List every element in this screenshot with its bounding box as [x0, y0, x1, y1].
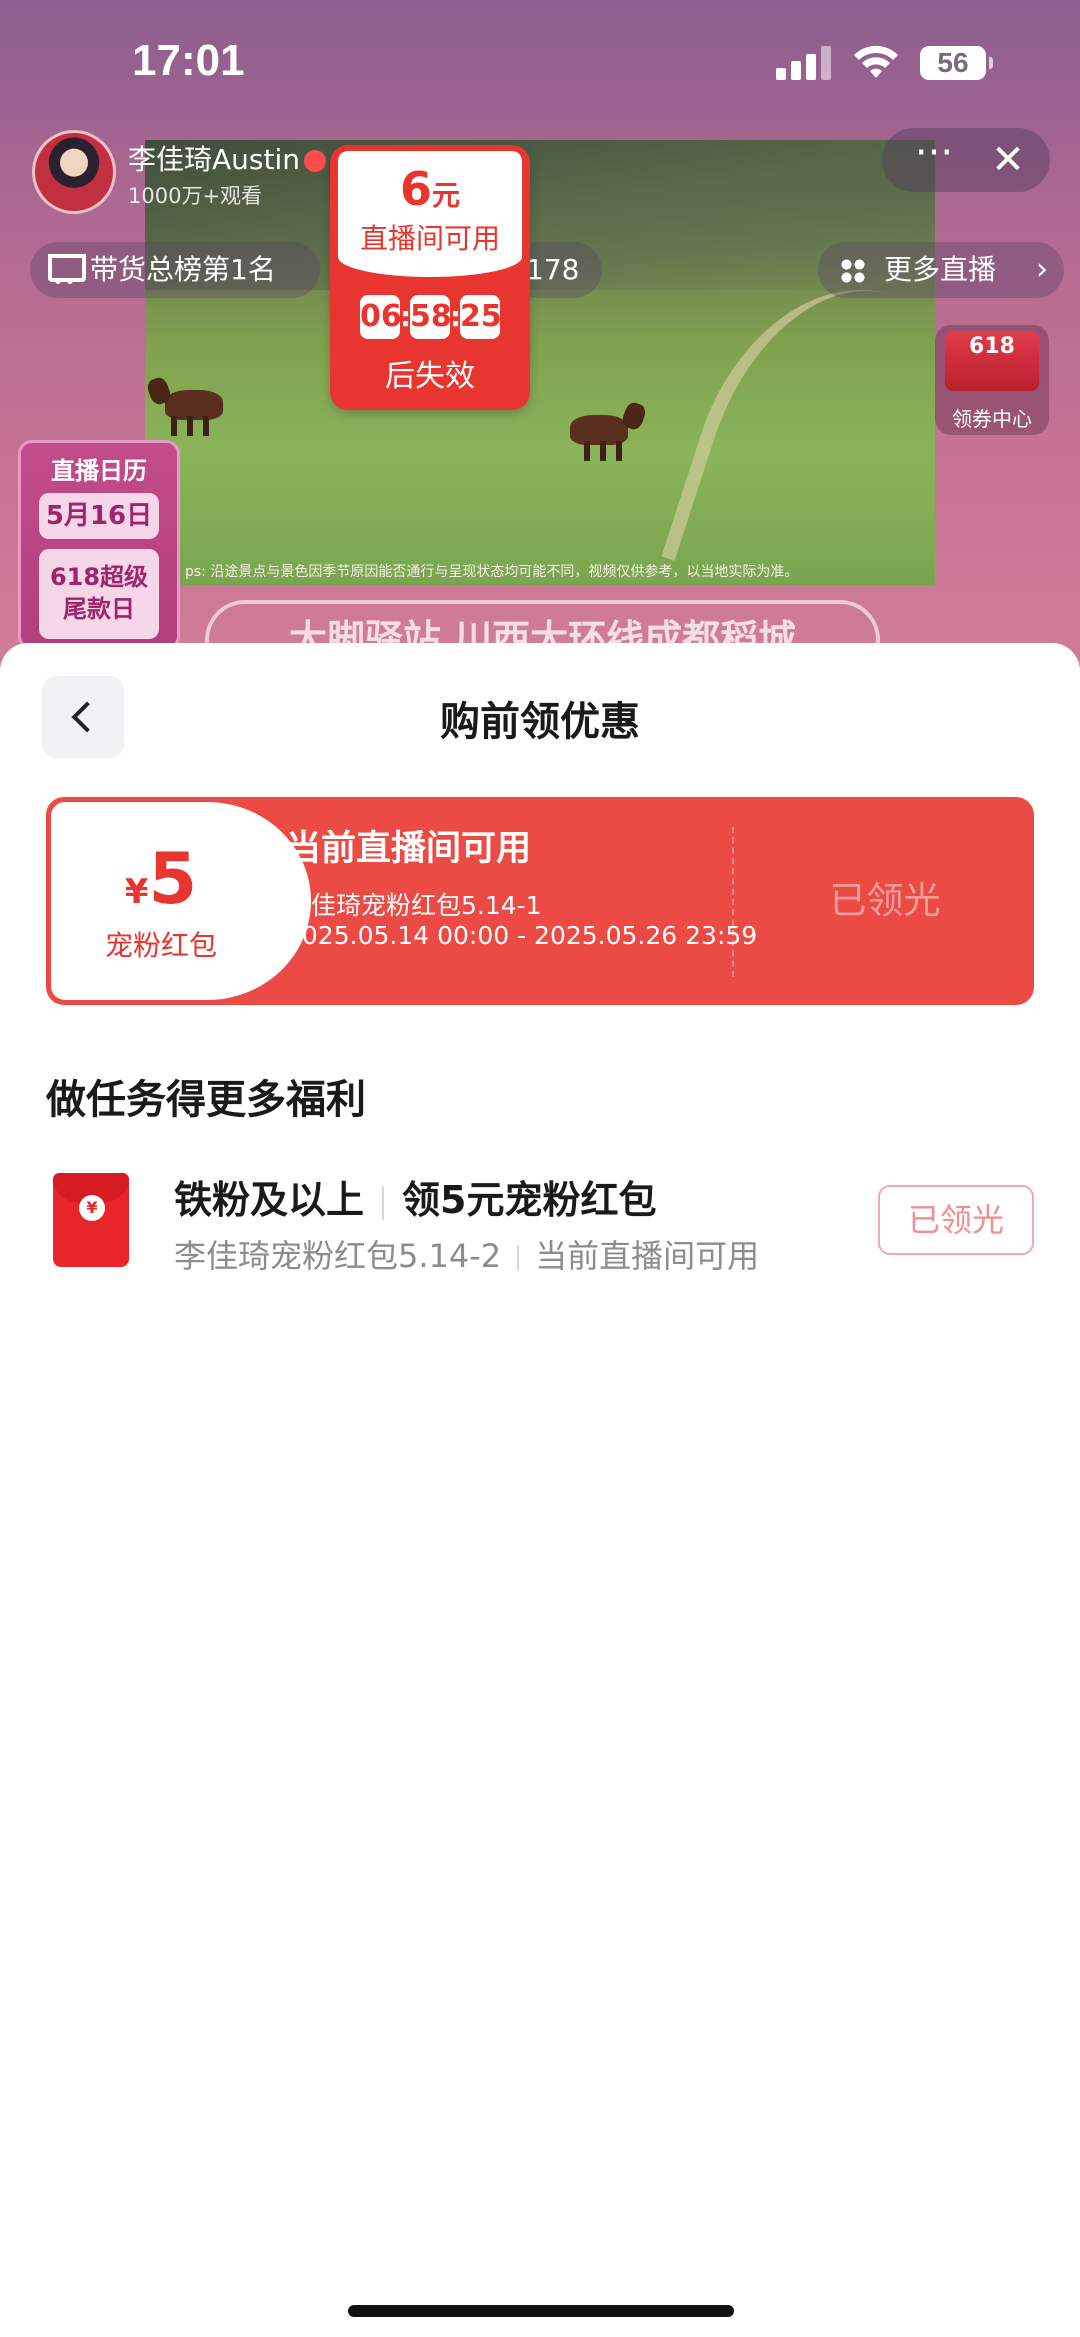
count-label: 178	[526, 253, 580, 286]
task-name: 李佳琦宠粉红包5.14-2	[174, 1237, 502, 1275]
coupon-type-label: 宠粉红包	[104, 929, 217, 962]
task-reward: 领5元宠粉红包	[402, 1178, 657, 1222]
battery-indicator: 56	[920, 46, 993, 80]
wifi-icon	[854, 45, 898, 78]
coupon-bottom-sheet: 购前领优惠 ¥5 宠粉红包 当前直播间可用 李佳琦宠粉红包5.14-1 2025…	[0, 643, 1080, 2337]
countdown-timer: 06:58:25	[330, 295, 530, 339]
shopping-cart-icon	[44, 254, 86, 284]
coupon-claimed-button[interactable]: 已领光	[736, 797, 1034, 1005]
coupon-info: 当前直播间可用 李佳琦宠粉红包5.14-1 2025.05.14 00:00 -…	[286, 827, 786, 951]
calendar-date: 5月16日	[39, 493, 159, 539]
floating-coupon-expire: 后失效	[385, 359, 475, 394]
task-claimed-button[interactable]: 已领光	[878, 1185, 1034, 1255]
coupon-card[interactable]: ¥5 宠粉红包 当前直播间可用 李佳琦宠粉红包5.14-1 2025.05.14…	[46, 797, 1034, 1005]
host-avatar[interactable]	[32, 130, 116, 214]
coupon-divider	[732, 827, 734, 977]
floating-coupon-card[interactable]: 6元 直播间可用 06:58:25 后失效	[330, 145, 530, 410]
floating-coupon-usable: 直播间可用	[359, 222, 500, 255]
close-icon[interactable]: ✕	[980, 128, 1036, 192]
home-indicator[interactable]	[348, 2305, 734, 2317]
coupon-stub: ¥5 宠粉红包	[51, 802, 311, 1000]
task-title: 铁粉及以上 领5元宠粉红包	[174, 1169, 656, 1224]
yen-coin-icon: ¥	[79, 1195, 105, 1221]
calendar-event: 618超级尾款日	[39, 549, 159, 639]
more-live-button[interactable]: 更多直播 ›	[818, 242, 1064, 298]
status-bar: 17:01 56	[0, 0, 1080, 120]
verified-icon	[304, 150, 326, 172]
coupon-headline: 当前直播间可用	[286, 829, 532, 869]
horse-figure	[570, 415, 628, 445]
floating-coupon-amount: 6元	[399, 162, 461, 216]
section-title: 做任务得更多福利	[46, 1077, 366, 1123]
floating-coupon-top: 6元 直播间可用	[338, 151, 522, 277]
grid-icon	[840, 258, 866, 284]
live-calendar-widget[interactable]: 直播日历 5月16日 618超级尾款日	[18, 440, 180, 650]
more-live-label: 更多直播	[884, 253, 997, 286]
timer-hours: 06	[360, 295, 402, 339]
stream-top-actions: ··· ✕	[882, 128, 1050, 192]
task-condition: 铁粉及以上	[174, 1178, 365, 1222]
live-stream-background: ps: 沿途景点与景色因季节原因能否通行与呈现状态均可能不同，视频仅供参考，以当…	[0, 0, 1080, 700]
sales-rank-pill[interactable]: 带货总榜第1名	[30, 242, 320, 298]
coupon-name: 李佳琦宠粉红包5.14-1	[286, 891, 542, 920]
status-time: 17:01	[132, 36, 245, 85]
red-envelope-icon: ¥	[53, 1173, 129, 1267]
more-options-icon[interactable]: ···	[906, 128, 962, 192]
viewer-count: 1000万+观看	[128, 184, 263, 208]
coupon-center-badge: 618	[945, 331, 1039, 391]
timer-seconds: 25	[460, 295, 502, 339]
coupon-period: 2025.05.14 00:00 - 2025.05.26 23:59	[286, 921, 758, 950]
task-item[interactable]: ¥ 铁粉及以上 领5元宠粉红包 李佳琦宠粉红包5.14-2 当前直播间可用 已领光	[46, 1169, 1034, 1279]
task-subtitle: 李佳琦宠粉红包5.14-2 当前直播间可用	[174, 1231, 759, 1277]
live-video[interactable]: ps: 沿途景点与景色因季节原因能否通行与呈现状态均可能不同，视频仅供参考，以当…	[145, 140, 979, 628]
coupon-center-button[interactable]: 618 领券中心	[935, 325, 1049, 435]
chevron-right-icon: ›	[1036, 252, 1048, 287]
timer-minutes: 58	[410, 295, 452, 339]
coupon-amount: ¥5	[124, 838, 198, 920]
sheet-title: 购前领优惠	[440, 699, 640, 745]
coupon-center-label: 领券中心	[952, 407, 1032, 431]
host-name: 李佳琦Austin	[128, 138, 326, 178]
horse-figure	[165, 390, 223, 436]
calendar-title: 直播日历	[51, 457, 147, 485]
cellular-signal-icon	[776, 46, 832, 80]
video-caption: ps: 沿途景点与景色因季节原因能否通行与呈现状态均可能不同，视频仅供参考，以当…	[185, 564, 799, 580]
task-scope: 当前直播间可用	[535, 1237, 760, 1275]
sales-rank-label: 带货总榜第1名	[90, 253, 276, 286]
